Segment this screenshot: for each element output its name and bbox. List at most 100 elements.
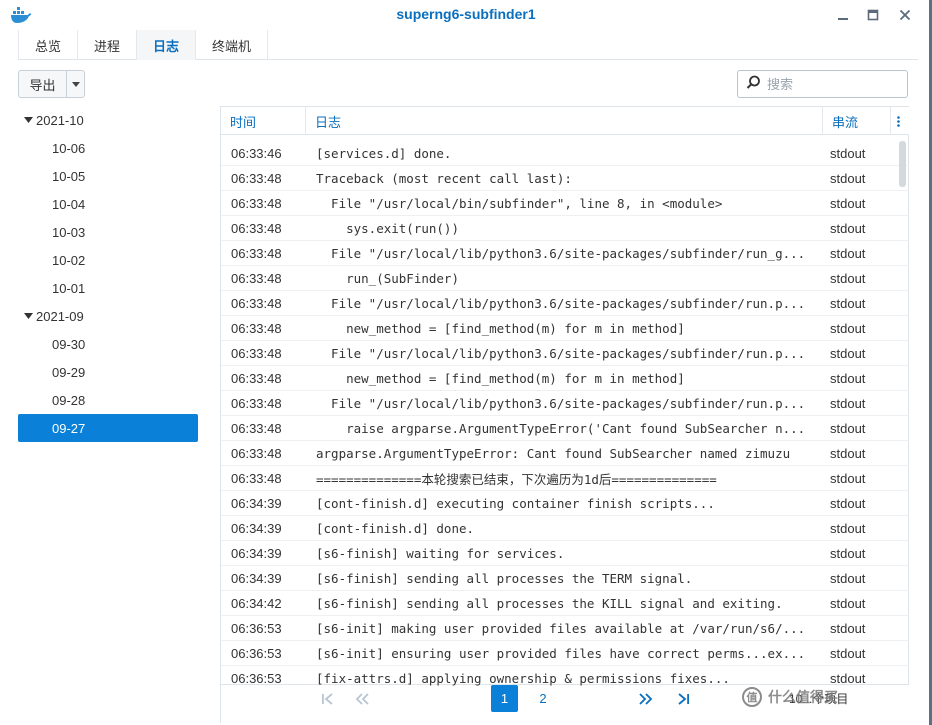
page-button-1[interactable]: 1 — [491, 685, 518, 712]
table-row[interactable]: 06:33:48 File "/usr/local/lib/python3.6/… — [221, 241, 909, 266]
table-row[interactable]: 06:34:39 [cont-finish.d] done. stdout — [221, 516, 909, 541]
cell-log: [s6-finish] sending all processes the KI… — [316, 595, 783, 611]
cell-stream: stdout — [830, 495, 866, 511]
tab-terminal[interactable]: 终端机 — [196, 30, 269, 60]
tree-day-09-28[interactable]: 09-28 — [18, 386, 198, 414]
cell-stream: stdout — [830, 545, 866, 561]
cell-stream: stdout — [830, 145, 866, 161]
minimize-icon[interactable] — [832, 5, 854, 25]
cell-stream: stdout — [830, 295, 866, 311]
column-menu-icon[interactable] — [891, 107, 909, 135]
table-row[interactable]: 06:33:48 run_(SubFinder) stdout — [221, 266, 909, 291]
cell-log: raise argparse.ArgumentTypeError('Cant f… — [316, 420, 806, 436]
cell-log: [cont-finish.d] executing container fini… — [316, 495, 715, 511]
export-button-label[interactable]: 导出 — [19, 71, 67, 97]
cell-stream: stdout — [830, 270, 866, 286]
table-row[interactable]: 06:33:48 File "/usr/local/lib/python3.6/… — [221, 341, 909, 366]
table-row[interactable]: 06:33:48 new_method = [find_method(m) fo… — [221, 366, 909, 391]
table-row[interactable]: 06:33:48 File "/usr/local/bin/subfinder"… — [221, 191, 909, 216]
cell-time: 06:33:48 — [231, 195, 282, 211]
table-row[interactable]: 06:36:53 [s6-init] ensuring user provided… — [221, 641, 909, 666]
tab-overview[interactable]: 总览 — [18, 30, 79, 60]
table-row[interactable]: 06:34:39 [cont-finish.d] executing contai… — [221, 491, 909, 516]
tree-day-10-06[interactable]: 10-06 — [18, 134, 198, 162]
cell-log: run_(SubFinder) — [316, 270, 459, 286]
table-row[interactable]: 06:33:48 ==============本轮搜索已结束，下次遍历为1d后==… — [221, 466, 909, 491]
table-row[interactable]: 06:33:48 sys.exit(run()) stdout — [221, 216, 909, 241]
cell-time: 06:33:48 — [231, 220, 282, 236]
tree-day-10-04[interactable]: 10-04 — [18, 190, 198, 218]
cell-log: [fix-attrs.d] applying ownership & permi… — [316, 670, 730, 686]
export-button[interactable]: 导出 — [18, 70, 85, 98]
cell-time: 06:33:48 — [231, 245, 282, 261]
tree-day-10-05[interactable]: 10-05 — [18, 162, 198, 190]
last-page-icon[interactable] — [673, 685, 695, 712]
cell-time: 06:33:48 — [231, 370, 282, 386]
table-row[interactable]: 06:33:48 Traceback (most recent call last… — [221, 166, 909, 191]
tab-logs[interactable]: 日志 — [137, 30, 197, 60]
date-tree: 2021-10 10-06 10-05 10-04 10-03 10-02 10-01 202… — [18, 106, 221, 723]
cell-time: 06:34:42 — [231, 595, 282, 611]
expand-caret-icon[interactable] — [22, 313, 34, 319]
table-row[interactable]: 06:33:48 new_method = [find_method(m) fo… — [221, 316, 909, 341]
table-row[interactable]: 06:33:48 File "/usr/local/lib/python3.6/… — [221, 291, 909, 316]
table-row[interactable]: 06:33:48 argparse.ArgumentTypeError: Cant… — [221, 441, 909, 466]
tree-day-10-03[interactable]: 10-03 — [18, 218, 198, 246]
cell-stream: stdout — [830, 670, 866, 686]
close-icon[interactable] — [894, 5, 916, 25]
cell-log: ==============本轮搜索已结束，下次遍历为1d后==========… — [316, 471, 717, 487]
cell-log: [s6-init] ensuring user provided files h… — [316, 645, 806, 661]
tree-day-10-01[interactable]: 10-01 — [18, 274, 198, 302]
column-header-time[interactable]: 时间 — [221, 107, 306, 135]
cell-stream: stdout — [830, 445, 866, 461]
cell-log: [cont-finish.d] done. — [316, 520, 475, 536]
cell-time: 06:33:48 — [231, 445, 282, 461]
table-row[interactable]: 06:34:42 [s6-finish] sending all processe… — [221, 591, 909, 616]
tree-month-2021-09[interactable]: 2021-09 — [18, 302, 198, 330]
cell-time: 06:34:39 — [231, 520, 282, 536]
previous-page-icon[interactable] — [351, 685, 373, 712]
maximize-icon[interactable] — [862, 5, 884, 25]
tree-item-label: 10-04 — [52, 196, 86, 212]
table-row[interactable]: 06:33:48 File "/usr/local/lib/python3.6/… — [221, 391, 909, 416]
table-row[interactable]: 06:34:39 [s6-finish] waiting for services… — [221, 541, 909, 566]
tree-item-label: 2021-10 — [36, 112, 84, 128]
cell-stream: stdout — [830, 620, 866, 636]
column-header-stream[interactable]: 串流 — [823, 107, 891, 135]
table-row[interactable]: 06:36:53 [s6-init] making user provided f… — [221, 616, 909, 641]
cell-time: 06:33:48 — [231, 170, 282, 186]
cell-log: File "/usr/local/lib/python3.6/site-pack… — [316, 295, 806, 311]
cell-log: File "/usr/local/bin/subfinder", line 8,… — [316, 195, 723, 211]
watermark-badge: 值 — [742, 687, 762, 707]
first-page-icon[interactable] — [316, 685, 338, 712]
tab-processes[interactable]: 进程 — [78, 30, 138, 60]
cell-log: [s6-init] making user provided files ava… — [316, 620, 806, 636]
tree-day-09-27[interactable]: 09-27 — [18, 414, 198, 442]
window-title: superng6-subfinder1 — [396, 6, 536, 22]
next-page-icon[interactable] — [633, 685, 659, 712]
tree-item-label: 2021-09 — [36, 308, 84, 324]
tree-month-2021-10[interactable]: 2021-10 — [18, 106, 198, 134]
vertical-scrollbar[interactable] — [899, 141, 906, 187]
table-row[interactable]: 06:33:46 [services.d] done. stdout — [221, 141, 909, 166]
cell-log: new_method = [find_method(m) for m in me… — [316, 320, 685, 336]
table-row[interactable]: 06:33:48 raise argparse.ArgumentTypeErro… — [221, 416, 909, 441]
table-row[interactable]: 06:34:39 [s6-finish] sending all processe… — [221, 566, 909, 591]
cell-stream: stdout — [830, 195, 866, 211]
search-box[interactable] — [737, 70, 908, 98]
search-input[interactable] — [767, 76, 897, 92]
cell-time: 06:33:48 — [231, 395, 282, 411]
expand-caret-icon[interactable] — [22, 117, 34, 123]
column-header-log[interactable]: 日志 — [306, 107, 823, 135]
tree-day-10-02[interactable]: 10-02 — [18, 246, 198, 274]
chevron-down-icon[interactable] — [67, 71, 84, 97]
cell-log: new_method = [find_method(m) for m in me… — [316, 370, 685, 386]
cell-time: 06:36:53 — [231, 620, 282, 636]
cell-time: 06:33:46 — [231, 145, 282, 161]
cell-log: File "/usr/local/lib/python3.6/site-pack… — [316, 395, 806, 411]
tree-item-label: 10-03 — [52, 224, 86, 240]
tree-item-label: 10-01 — [52, 280, 86, 296]
page-button-2[interactable]: 2 — [531, 685, 555, 712]
tree-day-09-29[interactable]: 09-29 — [18, 358, 198, 386]
tree-day-09-30[interactable]: 09-30 — [18, 330, 198, 358]
